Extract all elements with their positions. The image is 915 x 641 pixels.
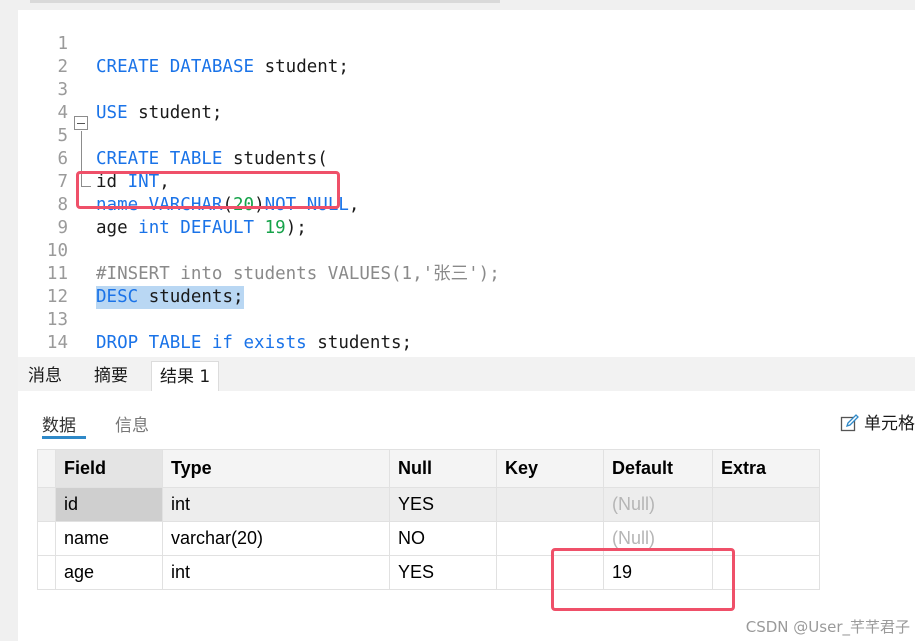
cell-type[interactable]: int [162, 555, 390, 590]
tab-messages[interactable]: 消息 [20, 361, 70, 391]
code-line: 13 DROP TABLE if exists students; [18, 286, 915, 353]
code-line: 11 DESC students; [18, 240, 915, 309]
table-row[interactable]: id int YES (Null) [37, 487, 820, 522]
row-header[interactable] [37, 521, 56, 556]
code-line: 12 [18, 263, 915, 307]
header-row: Field Type Null Key Default Extra [37, 449, 820, 488]
code-line: 2 [18, 33, 915, 77]
col-header-key[interactable]: Key [496, 449, 604, 488]
tab-result-1[interactable]: 结果 1 [151, 361, 220, 391]
code-text: students; [306, 333, 413, 353]
fold-minus-icon[interactable] [74, 116, 88, 130]
cell-null[interactable]: YES [389, 487, 497, 522]
subtab-info[interactable]: 信息 [115, 411, 149, 436]
code-line: 3 USE student; [18, 56, 915, 123]
tab-summary[interactable]: 摘要 [86, 361, 136, 391]
line-number: 14 [46, 333, 68, 353]
subtab-active-indicator [42, 436, 86, 439]
annotation-box-default [551, 548, 735, 611]
editor-tab-indicator [30, 0, 500, 3]
cell-type[interactable]: int [162, 487, 390, 522]
cell-field[interactable]: name [55, 521, 163, 556]
top-tab-strip [0, 0, 915, 10]
cell-format-button[interactable]: 单元格 [840, 409, 915, 434]
col-header-default[interactable]: Default [603, 449, 713, 488]
result-panel-tabs: 消息 摘要 结果 1 [18, 357, 915, 391]
cell-type[interactable]: varchar(20) [162, 521, 390, 556]
code-line: 1 CREATE DATABASE student; [18, 10, 915, 77]
code-line: 5 CREATE TABLE students( [18, 102, 915, 169]
cell-extra[interactable] [712, 487, 820, 522]
col-header-type[interactable]: Type [162, 449, 390, 488]
left-gutter [0, 10, 18, 641]
cell-null[interactable]: NO [389, 521, 497, 556]
col-header-field[interactable]: Field [55, 449, 163, 488]
result-area: 数据 信息 单元格 Field Type Null Key Default Ex… [18, 391, 915, 641]
code-line: 10 #INSERT into students VALUES(1,'张三'); [18, 217, 915, 284]
row-header[interactable] [37, 487, 56, 522]
annotation-box-code [76, 171, 340, 209]
pen-edit-icon [840, 414, 859, 432]
cell-key[interactable] [496, 487, 604, 522]
row-header[interactable] [37, 555, 56, 590]
code-line: 4 [18, 79, 915, 123]
col-header-null[interactable]: Null [389, 449, 497, 488]
row-header-corner [37, 449, 56, 488]
code-line: 6 id INT, [18, 125, 915, 192]
cell-field[interactable]: age [55, 555, 163, 590]
col-header-extra[interactable]: Extra [712, 449, 820, 488]
cell-null[interactable]: YES [389, 555, 497, 590]
code-line: 7 name VARCHAR(20)NOT NULL, [18, 148, 915, 215]
watermark: CSDN @User_芊芊君子 [745, 618, 910, 636]
code-line: 14 [18, 309, 915, 353]
subtab-data[interactable]: 数据 [42, 411, 76, 436]
keyword: DROP TABLE if exists [96, 333, 307, 353]
cell-field[interactable]: id [55, 487, 163, 522]
cell-default[interactable]: (Null) [603, 487, 713, 522]
cell-format-label: 单元格 [864, 414, 915, 434]
